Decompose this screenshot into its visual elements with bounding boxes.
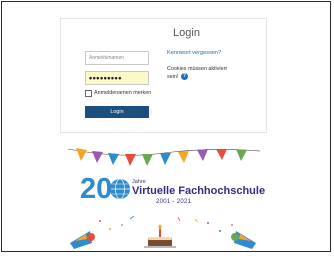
pennant-flag	[236, 149, 247, 161]
pennant-flag	[108, 153, 119, 165]
remember-checkbox[interactable]	[85, 89, 92, 97]
pennant-flag	[125, 154, 136, 166]
confetti	[109, 228, 111, 230]
confetti	[231, 224, 233, 226]
login-card: Login Kennwort vergessen? Cookies müssen…	[60, 18, 267, 133]
birthday-cake-icon	[144, 224, 176, 248]
confetti	[99, 220, 101, 222]
cookie-note-text: Cookies müssen aktiviert sein!	[167, 66, 227, 80]
login-title: Login	[173, 27, 200, 39]
pennant-flag	[142, 154, 153, 166]
password-input[interactable]	[85, 71, 149, 85]
pennant-flag	[197, 149, 208, 161]
pennant-flag	[178, 151, 189, 163]
confetti	[177, 216, 181, 222]
pennant-flag	[160, 153, 171, 165]
party-popper-left-icon	[70, 231, 95, 249]
anniversary-number: 20	[80, 173, 113, 205]
confetti	[207, 222, 209, 224]
party-popper-right-icon	[231, 231, 256, 249]
confetti	[219, 230, 221, 232]
anniversary-date-range: 2001 - 2021	[156, 199, 192, 205]
cookie-note: Cookies müssen aktiviert sein! ?	[167, 66, 239, 81]
remember-username-row[interactable]: Anmeldenamen merken	[85, 89, 151, 97]
pennant-flag	[216, 149, 227, 160]
confetti	[194, 218, 199, 223]
pennant-flag	[92, 151, 103, 163]
anniversary-banner: 20 Jahre Virtuelle Fachhochschule 2001 -…	[60, 139, 267, 253]
anniversary-title: Virtuelle Fachhochschule	[132, 185, 266, 197]
forgot-password-link[interactable]: Kennwort vergessen?	[167, 50, 221, 56]
remember-label: Anmeldenamen merken	[94, 90, 152, 96]
login-page-frame: Login Kennwort vergessen? Cookies müssen…	[1, 1, 331, 252]
pennant-flag	[76, 148, 87, 161]
help-icon[interactable]: ?	[180, 73, 188, 80]
username-input[interactable]	[85, 51, 149, 65]
login-button[interactable]: Login	[85, 106, 149, 118]
confetti	[121, 224, 123, 226]
confetti	[129, 215, 135, 220]
